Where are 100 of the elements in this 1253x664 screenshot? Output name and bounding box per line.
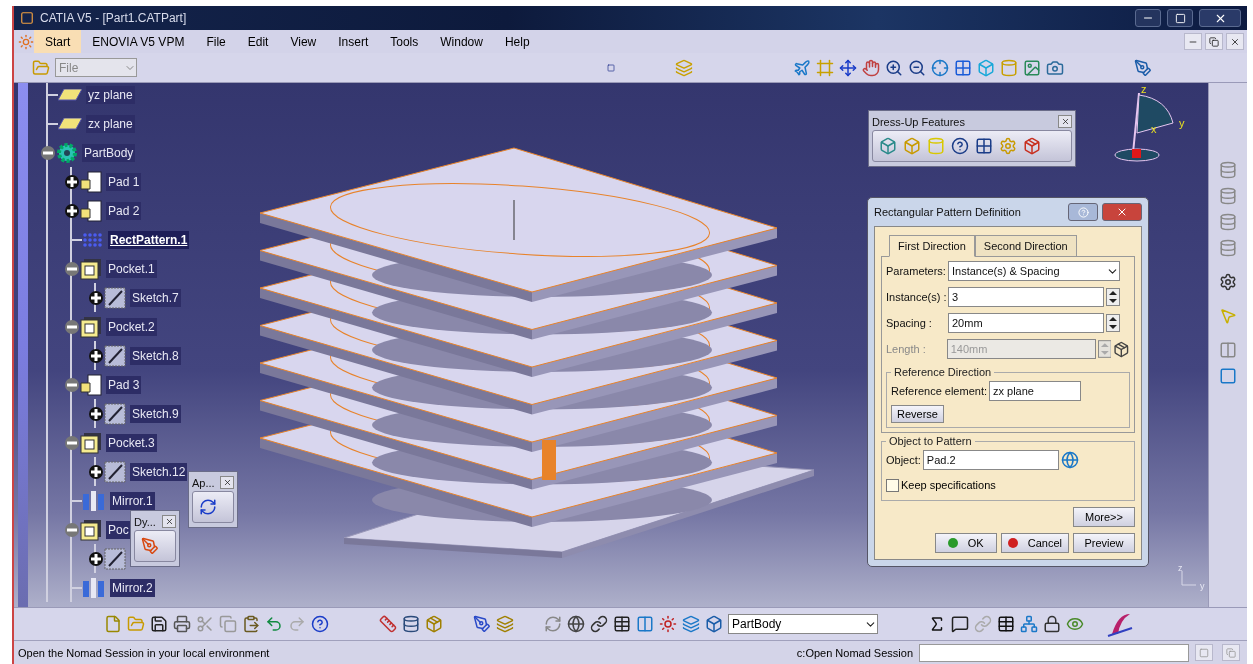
zoom-out-icon[interactable] <box>908 58 926 77</box>
tree-item[interactable]: Pad 2 <box>106 201 142 220</box>
move-icon[interactable] <box>839 58 857 77</box>
network-icon[interactable] <box>1020 615 1038 633</box>
menu-item[interactable]: File <box>195 30 237 53</box>
tree-item[interactable]: Pocket.1 <box>106 259 157 278</box>
image-icon[interactable] <box>1023 58 1041 77</box>
grid-icon[interactable] <box>954 58 972 77</box>
input-field[interactable]: Pad.2 <box>922 450 1059 470</box>
undo-icon[interactable] <box>265 615 283 633</box>
input-field[interactable]: zx plane <box>989 381 1081 401</box>
help-icon[interactable] <box>311 615 329 633</box>
layers-icon[interactable] <box>496 615 514 633</box>
input-field[interactable]: 3 <box>948 287 1104 307</box>
square-icon[interactable] <box>607 63 615 72</box>
tree-item[interactable]: Pocket.2 <box>106 317 157 336</box>
paste-icon[interactable] <box>242 615 260 633</box>
body-dropdown[interactable]: PartBody <box>728 614 878 634</box>
help-icon[interactable] <box>951 137 969 155</box>
ruler-icon[interactable] <box>379 615 397 633</box>
menu-item[interactable]: Tools <box>379 30 430 53</box>
minimize-button[interactable] <box>1184 33 1202 50</box>
collapse-icon[interactable] <box>64 260 80 277</box>
pen-icon[interactable] <box>141 537 159 555</box>
square-icon[interactable] <box>1219 367 1237 385</box>
close-button[interactable] <box>1199 9 1241 27</box>
minimize-button[interactable] <box>1135 9 1161 27</box>
expand-icon[interactable] <box>88 550 104 567</box>
collapse-icon[interactable] <box>40 144 56 161</box>
refresh-icon[interactable] <box>199 498 217 516</box>
grid-icon[interactable] <box>975 137 993 155</box>
package-icon[interactable] <box>1023 137 1041 155</box>
menu-item[interactable]: Window <box>429 30 494 53</box>
checkbox[interactable] <box>886 478 899 492</box>
tree-item[interactable]: yz plane <box>86 85 135 104</box>
expand-icon[interactable] <box>64 202 80 219</box>
collapse-icon[interactable] <box>64 521 80 538</box>
save-icon[interactable] <box>150 615 168 633</box>
menu-item[interactable]: View <box>279 30 328 53</box>
pen-icon[interactable] <box>1134 58 1152 77</box>
compass-drawing[interactable] <box>1114 92 1174 162</box>
tab[interactable]: First Direction <box>889 235 975 257</box>
link-icon[interactable] <box>590 615 608 633</box>
more-button[interactable]: More>> <box>1073 507 1135 527</box>
close-button[interactable] <box>1226 33 1244 50</box>
table-icon[interactable] <box>997 615 1015 633</box>
spinner-icon[interactable] <box>1106 288 1120 306</box>
columns-icon[interactable] <box>636 615 654 633</box>
ok-button[interactable]: OK <box>934 533 997 553</box>
command-field[interactable] <box>919 643 1189 662</box>
tree-item[interactable]: PartBody <box>82 143 136 162</box>
eye-icon[interactable] <box>1066 615 1084 633</box>
layers-icon[interactable] <box>682 615 700 633</box>
tree-item[interactable]: Pocket.3 <box>106 433 157 452</box>
tree-item[interactable]: Sketch.7 <box>130 288 181 307</box>
package-icon[interactable] <box>1113 340 1130 358</box>
printer-icon[interactable] <box>173 615 191 633</box>
plane-icon[interactable] <box>793 58 811 77</box>
collapse-icon[interactable] <box>64 434 80 451</box>
columns-icon[interactable] <box>1219 341 1237 359</box>
tree-scrollbar[interactable] <box>18 83 28 607</box>
tree-item[interactable]: Sketch.12 <box>130 462 188 481</box>
expand-icon[interactable] <box>88 347 104 364</box>
parameters-dropdown[interactable]: Instance(s) & Spacing <box>948 261 1120 281</box>
crosshair-icon[interactable] <box>931 58 949 77</box>
close-button[interactable] <box>1102 203 1142 221</box>
reverse-button[interactable]: Reverse <box>891 405 944 423</box>
cancel-button[interactable]: Cancel <box>1000 533 1069 553</box>
menu-item[interactable]: Start <box>34 30 82 53</box>
close-button[interactable] <box>162 515 176 528</box>
zoom-in-icon[interactable] <box>885 58 903 77</box>
expand-icon[interactable] <box>88 405 104 422</box>
globe-icon[interactable] <box>1060 451 1079 469</box>
pen-icon[interactable] <box>473 615 491 633</box>
sun-icon[interactable] <box>659 615 677 633</box>
maximize-button[interactable] <box>1167 9 1193 27</box>
menu-item[interactable]: Insert <box>327 30 380 53</box>
speech-bubble-icon[interactable] <box>951 615 969 633</box>
database-icon[interactable] <box>402 615 420 633</box>
lock-icon[interactable] <box>1043 615 1061 633</box>
tree-item[interactable]: RectPattern.1 <box>108 230 190 249</box>
input-field[interactable]: 20mm <box>948 313 1104 333</box>
close-button[interactable] <box>1058 115 1072 128</box>
cube-icon[interactable] <box>705 615 723 633</box>
menu-item[interactable]: Edit <box>236 30 280 53</box>
tree-item[interactable]: Mirror.1 <box>110 491 155 510</box>
tree-item[interactable]: Pad 3 <box>106 375 142 394</box>
help-button[interactable] <box>1068 203 1098 221</box>
collapse-icon[interactable] <box>64 376 80 393</box>
restore-button[interactable] <box>1205 33 1223 50</box>
close-button[interactable] <box>220 476 234 489</box>
new-file-icon[interactable] <box>104 615 122 633</box>
collapse-icon[interactable] <box>64 318 80 335</box>
expand-icon[interactable] <box>88 463 104 480</box>
gear-icon[interactable] <box>1219 273 1237 291</box>
expand-icon[interactable] <box>88 289 104 306</box>
tree-item[interactable]: Sketch.9 <box>130 404 181 423</box>
menu-item[interactable]: Help <box>493 30 541 53</box>
tree-item[interactable]: Pad 1 <box>106 172 142 191</box>
globe-icon[interactable] <box>567 615 585 633</box>
